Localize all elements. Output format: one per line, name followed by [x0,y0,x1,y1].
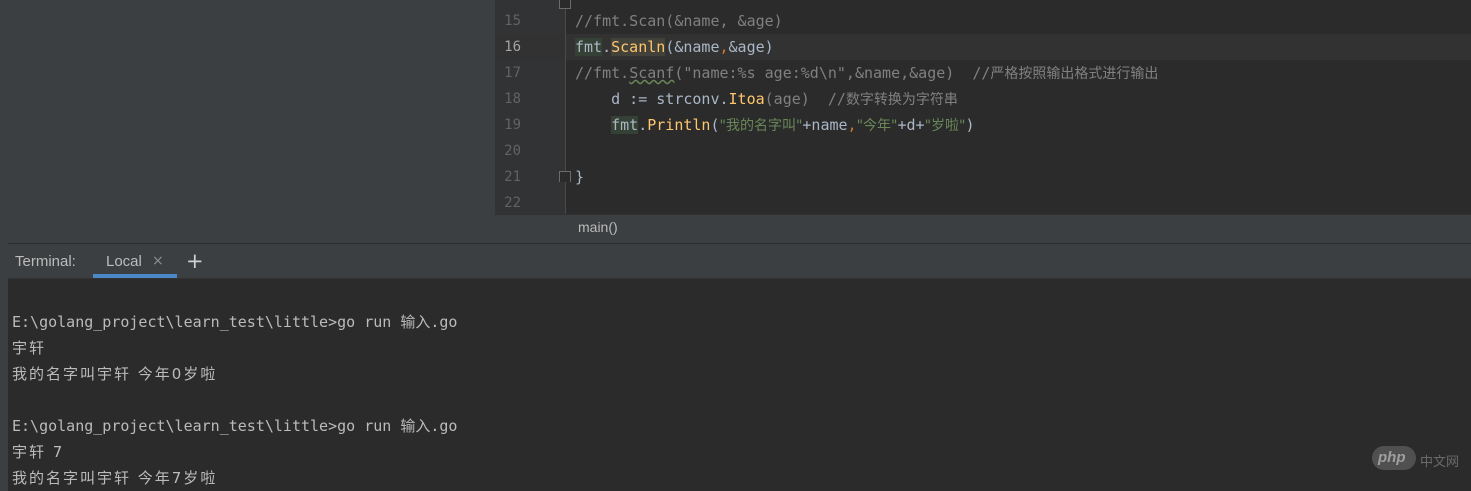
terminal-line: E:\golang_project\learn_test\little>go r… [12,417,458,435]
terminal-line: E:\golang_project\learn_test\little>go r… [12,313,458,331]
code-token: Itoa [728,90,765,108]
code-token: "我的名字叫" [719,118,803,134]
line-number: 15 [504,13,521,29]
code-token: &age) [728,38,774,56]
line-number-active: 16 [504,39,521,55]
code-token: Scanf [629,64,675,82]
code-token: (&name [665,38,720,56]
code-token: //fmt. [575,64,630,82]
terminal-header [8,244,1471,279]
breadcrumb [495,214,1471,244]
code-token: (age) // [764,90,846,108]
code-token: "岁啦" [924,118,966,134]
terminal-line: 宇轩 [12,339,47,357]
code-token: 数字转换为字符串 [845,92,958,108]
line-number: 20 [504,143,521,159]
add-tab-icon[interactable]: + [186,248,204,274]
watermark-logo-text: php [1378,449,1406,466]
code-line-18: d := strconv.Itoa(age) //数字转换为字符串 [575,86,958,112]
code-token: ) [965,116,975,134]
line-number: 21 [504,169,521,185]
code-line-15: //fmt.Scan(&name, &age) [575,12,783,30]
code-line-19: fmt.Println("我的名字叫"+name,"今年"+d+"岁啦") [575,112,974,138]
code-token: 严格按照输出格式进行输出 [990,66,1159,82]
code-line-16: fmt.Scanln(&name,&age) [575,34,774,60]
code-token: +name [802,116,848,134]
terminal-title: Terminal: [15,253,76,270]
terminal-line: 我的名字叫宇轩 今年0岁啦 [12,365,218,383]
terminal-line: 我的名字叫宇轩 今年7岁啦 [12,469,218,487]
code-token: Scanln [611,38,666,56]
code-line-21: } [575,168,585,186]
tab-label[interactable]: Local [106,253,142,270]
line-number: 17 [504,65,521,81]
code-token: . [638,116,648,134]
code-token: ("name:%s age:%d\n",&name,&age) // [674,64,991,82]
php-watermark: php 中文网 [1372,446,1464,472]
code-token: , [719,38,729,56]
code-token: Println [647,116,711,134]
terminal-line: 宇轩 7 [12,443,65,461]
code-token: +d+ [897,116,925,134]
code-token: d := strconv. [575,90,729,108]
line-number: 19 [504,117,521,133]
code-line-17: //fmt.Scanf("name:%s age:%d\n",&name,&ag… [575,60,1158,86]
fold-marker-icon[interactable] [559,0,571,9]
close-icon[interactable]: × [152,253,164,269]
line-number: 18 [504,91,521,107]
code-token: ( [710,116,720,134]
breadcrumb-item[interactable]: main() [578,219,618,235]
tab-active-indicator [93,274,177,278]
code-token: . [602,38,612,56]
code-token: "今年" [856,118,898,134]
project-panel [8,0,496,243]
code-token: fmt [575,38,603,56]
watermark-suffix: 中文网 [1420,455,1460,470]
line-number: 22 [504,195,521,211]
code-token: , [847,116,857,134]
code-token: fmt [611,116,639,134]
fold-marker-icon[interactable] [559,171,571,182]
